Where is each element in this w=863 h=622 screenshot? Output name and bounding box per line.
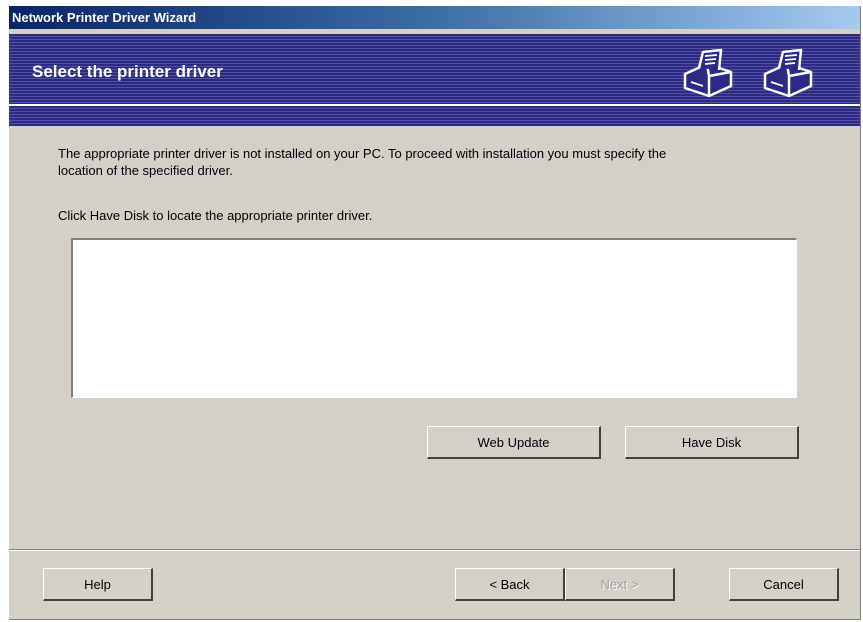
- title-bar[interactable]: Network Printer Driver Wizard: [9, 6, 860, 29]
- next-button[interactable]: Next >: [565, 568, 675, 601]
- description-line-2: location of the specified driver.: [58, 163, 233, 178]
- footer-divider: [9, 549, 860, 551]
- printer-icon: [763, 48, 813, 98]
- driver-list[interactable]: [71, 238, 797, 398]
- instruction-text: Click Have Disk to locate the appropriat…: [58, 208, 373, 223]
- cancel-button[interactable]: Cancel: [729, 568, 839, 601]
- window-title: Network Printer Driver Wizard: [12, 10, 197, 25]
- back-button[interactable]: < Back: [455, 568, 565, 601]
- description-text: The appropriate printer driver is not in…: [58, 145, 666, 179]
- banner-separator: [9, 104, 860, 106]
- wizard-window: Network Printer Driver Wizard Select the…: [9, 6, 861, 620]
- printer-icon: [683, 48, 733, 98]
- description-line-1: The appropriate printer driver is not in…: [58, 146, 667, 161]
- have-disk-button[interactable]: Have Disk: [625, 426, 799, 459]
- page-title: Select the printer driver: [32, 62, 223, 81]
- header-banner: Select the printer driver: [9, 34, 860, 126]
- web-update-button[interactable]: Web Update: [427, 426, 601, 459]
- help-button[interactable]: Help: [43, 568, 153, 601]
